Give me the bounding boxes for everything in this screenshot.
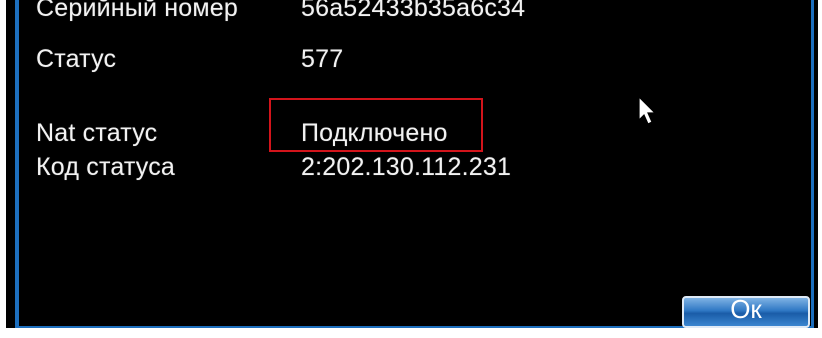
photo-of-screen: Серийный номер 56a52433b35a6c34 Статус 5… [0, 0, 822, 338]
dialog-frame-left [15, 0, 19, 328]
nat-status-highlight-box [269, 98, 483, 152]
serial-number-label: Серийный номер [36, 0, 238, 22]
status-code-label: Код статуса [36, 153, 176, 181]
dialog-frame-right [811, 0, 814, 328]
mouse-pointer-icon [638, 96, 657, 125]
status-label: Статус [36, 45, 117, 73]
ok-button-label: Ок [730, 294, 762, 324]
dvr-dialog-panel: Серийный номер 56a52433b35a6c34 Статус 5… [6, 0, 818, 328]
serial-number-value: 56a52433b35a6c34 [301, 0, 526, 22]
status-code-value: 2:202.130.112.231 [301, 153, 512, 181]
status-value: 577 [301, 45, 344, 73]
nat-status-label: Nat статус [36, 119, 158, 147]
ok-button[interactable]: Ок [682, 294, 810, 328]
